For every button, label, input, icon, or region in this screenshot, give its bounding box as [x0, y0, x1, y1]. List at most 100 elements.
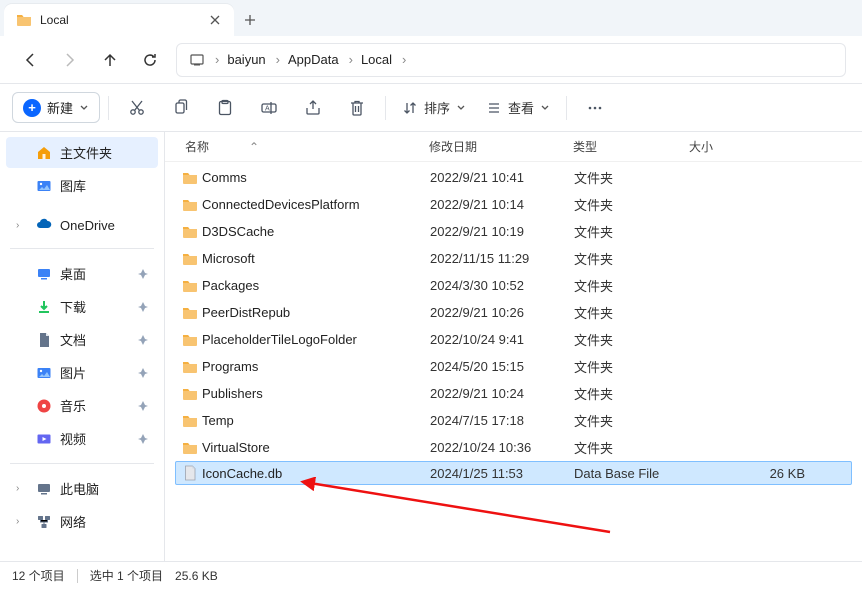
new-label: 新建 [47, 98, 73, 117]
file-type: 文件夹 [574, 384, 690, 403]
file-name: Packages [202, 278, 430, 293]
sidebar-item-videos[interactable]: 视频 [6, 423, 158, 454]
expand-icon[interactable]: › [16, 516, 28, 527]
file-row[interactable]: PlaceholderTileLogoFolder2022/10/24 9:41… [175, 326, 852, 353]
folder-icon [182, 278, 202, 294]
sidebar-label: 下载 [60, 297, 86, 316]
file-name: ConnectedDevicesPlatform [202, 197, 430, 212]
toolbar: + 新建 A 排序 查看 [0, 84, 862, 132]
file-name: VirtualStore [202, 440, 430, 455]
view-label: 查看 [508, 98, 534, 117]
file-row[interactable]: D3DSCache2022/9/21 10:19文件夹 [175, 218, 852, 245]
breadcrumb-item-0[interactable]: baiyun › [223, 50, 284, 69]
chevron-right-icon: › [276, 52, 280, 67]
sidebar-item-documents[interactable]: 文档 [6, 324, 158, 355]
nav-bar: › baiyun› AppData› Local› [0, 36, 862, 84]
close-icon[interactable] [208, 13, 222, 27]
file-row[interactable]: Microsoft2022/11/15 11:29文件夹 [175, 245, 852, 272]
expand-icon[interactable]: › [16, 220, 28, 231]
divider [10, 463, 154, 464]
file-date: 2024/1/25 11:53 [430, 466, 574, 481]
file-row[interactable]: Publishers2022/9/21 10:24文件夹 [175, 380, 852, 407]
sidebar-item-network[interactable]: › 网络 [6, 506, 158, 537]
sidebar-item-pictures[interactable]: 图片 [6, 357, 158, 388]
sidebar-item-thispc[interactable]: › 此电脑 [6, 473, 158, 504]
back-button[interactable] [16, 46, 44, 74]
music-icon [36, 398, 52, 414]
sidebar-item-gallery[interactable]: 图库 [6, 170, 158, 201]
up-button[interactable] [96, 46, 124, 74]
copy-button[interactable] [161, 90, 201, 126]
forward-button[interactable] [56, 46, 84, 74]
chevron-right-icon: › [349, 52, 353, 67]
breadcrumb-item-1[interactable]: AppData› [284, 50, 357, 69]
folder-icon [182, 440, 202, 456]
breadcrumb-root[interactable]: › [185, 50, 223, 70]
main: 主文件夹 图库 › OneDrive 桌面 下载 文档 [0, 132, 862, 561]
pin-icon [138, 434, 148, 444]
chevron-down-icon [456, 103, 466, 113]
expand-icon[interactable]: › [16, 483, 28, 494]
more-button[interactable] [575, 90, 615, 126]
chevron-down-icon [540, 103, 550, 113]
col-size[interactable]: 大小 [689, 138, 846, 155]
file-row[interactable]: IconCache.db2024/1/25 11:53Data Base Fil… [175, 461, 852, 485]
sidebar-item-downloads[interactable]: 下载 [6, 291, 158, 322]
file-row[interactable]: PeerDistRepub2022/9/21 10:26文件夹 [175, 299, 852, 326]
sort-asc-icon: ⌃ [249, 140, 259, 154]
sidebar-label: 网络 [60, 512, 86, 531]
view-button[interactable]: 查看 [478, 93, 558, 122]
sidebar-label: 主文件夹 [60, 143, 112, 162]
window-tab[interactable]: Local [4, 4, 234, 36]
file-row[interactable]: Comms2022/9/21 10:41文件夹 [175, 164, 852, 191]
share-button[interactable] [293, 90, 333, 126]
chevron-right-icon: › [215, 52, 219, 67]
column-headers[interactable]: 名称 ⌃ 修改日期 类型 大小 [165, 132, 862, 162]
file-row[interactable]: Programs2024/5/20 15:15文件夹 [175, 353, 852, 380]
file-date: 2024/3/30 10:52 [430, 278, 574, 293]
cut-button[interactable] [117, 90, 157, 126]
file-date: 2022/9/21 10:26 [430, 305, 574, 320]
file-row[interactable]: Temp2024/7/15 17:18文件夹 [175, 407, 852, 434]
new-tab-button[interactable] [234, 4, 266, 36]
plus-icon: + [23, 99, 41, 117]
file-row[interactable]: Packages2024/3/30 10:52文件夹 [175, 272, 852, 299]
breadcrumb-label: Local [361, 52, 392, 67]
file-name: Microsoft [202, 251, 430, 266]
new-button[interactable]: + 新建 [12, 92, 100, 123]
pin-icon [138, 368, 148, 378]
file-row[interactable]: ConnectedDevicesPlatform2022/9/21 10:14文… [175, 191, 852, 218]
file-type: 文件夹 [574, 222, 690, 241]
sidebar-item-desktop[interactable]: 桌面 [6, 258, 158, 289]
refresh-button[interactable] [136, 46, 164, 74]
paste-button[interactable] [205, 90, 245, 126]
breadcrumb[interactable]: › baiyun› AppData› Local› [176, 43, 846, 77]
pc-icon [36, 481, 52, 497]
file-row[interactable]: VirtualStore2022/10/24 10:36文件夹 [175, 434, 852, 461]
divider [385, 96, 386, 120]
file-list: Comms2022/9/21 10:41文件夹ConnectedDevicesP… [165, 162, 862, 487]
pin-icon [138, 401, 148, 411]
folder-icon [182, 305, 202, 321]
delete-button[interactable] [337, 90, 377, 126]
col-name[interactable]: 名称 [185, 138, 209, 155]
sidebar-label: 桌面 [60, 264, 86, 283]
file-type: 文件夹 [574, 249, 690, 268]
network-icon [36, 514, 52, 530]
col-type[interactable]: 类型 [573, 138, 689, 155]
file-size: 26 KB [690, 466, 845, 481]
sidebar-item-music[interactable]: 音乐 [6, 390, 158, 421]
sidebar-item-onedrive[interactable]: › OneDrive [6, 211, 158, 239]
col-date[interactable]: 修改日期 [429, 138, 573, 155]
folder-icon [182, 170, 202, 186]
video-icon [36, 431, 52, 447]
sort-button[interactable]: 排序 [394, 93, 474, 122]
file-date: 2022/11/15 11:29 [430, 251, 574, 266]
file-name: Comms [202, 170, 430, 185]
folder-icon [182, 197, 202, 213]
sidebar-item-home[interactable]: 主文件夹 [6, 137, 158, 168]
breadcrumb-item-2[interactable]: Local› [357, 50, 410, 69]
rename-button[interactable]: A [249, 90, 289, 126]
breadcrumb-label: baiyun [227, 52, 265, 67]
file-type: 文件夹 [574, 168, 690, 187]
